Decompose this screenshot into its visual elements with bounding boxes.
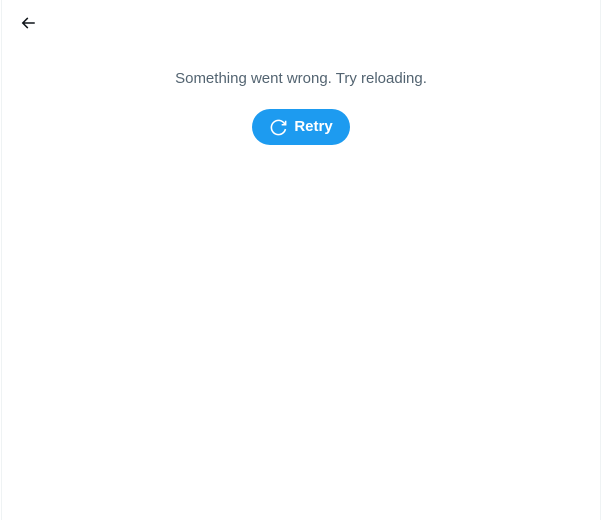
page-frame: Something went wrong. Try reloading. Ret… bbox=[0, 0, 602, 520]
error-message: Something went wrong. Try reloading. bbox=[175, 70, 427, 87]
retry-label: Retry bbox=[294, 118, 333, 135]
arrow-left-icon bbox=[19, 14, 37, 32]
retry-button[interactable]: Retry bbox=[252, 109, 350, 145]
back-button[interactable] bbox=[12, 7, 44, 39]
refresh-icon bbox=[269, 118, 288, 137]
